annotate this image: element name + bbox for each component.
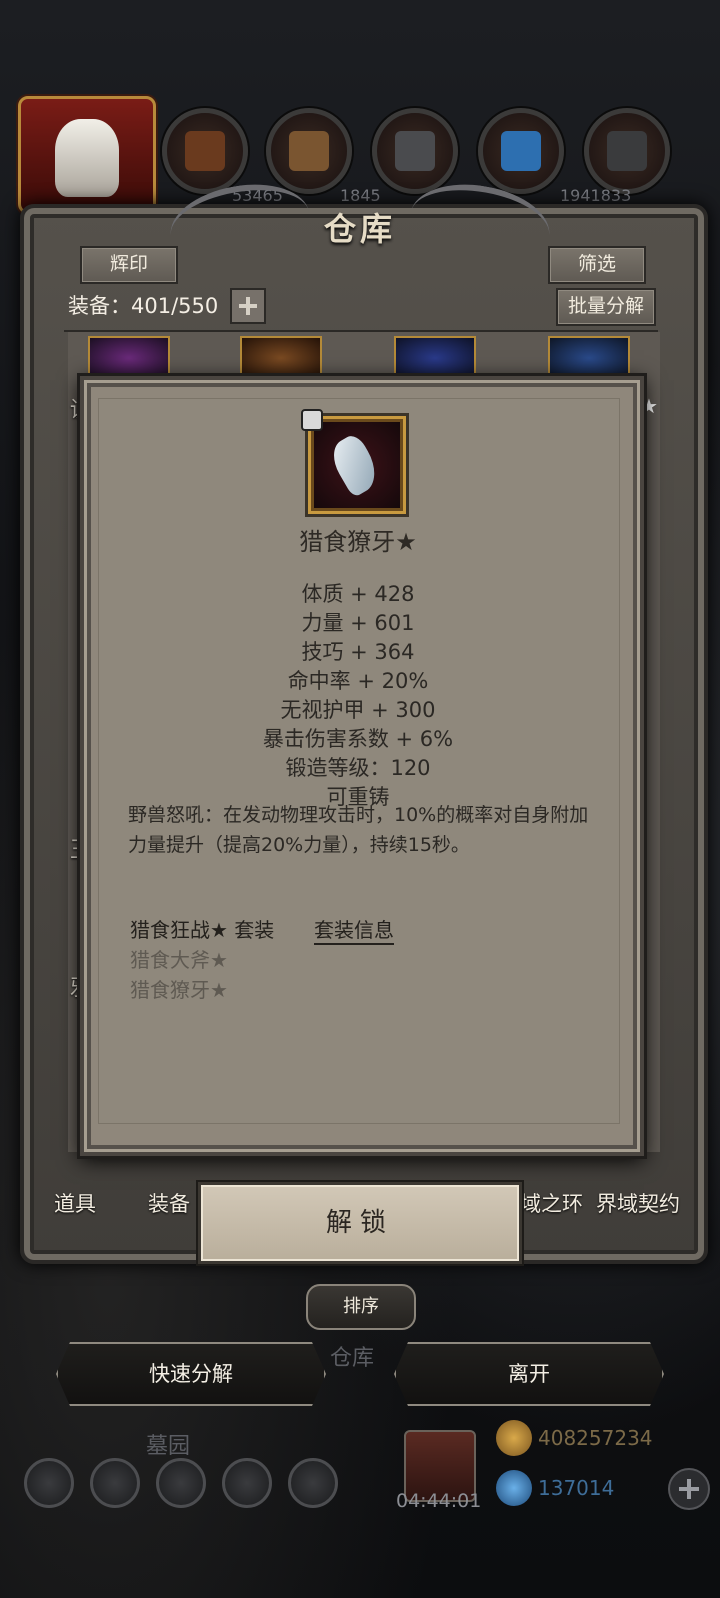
settings-icon[interactable] [24,1458,74,1508]
mail-icon[interactable] [222,1458,272,1508]
resource-stone-icon[interactable] [584,108,670,194]
item-stat: 体质 + 428 [301,582,415,606]
unlock-button[interactable]: 解锁 [198,1182,522,1264]
resource-count: 1941833 [560,186,632,205]
item-stat: 力量 + 601 [301,611,415,635]
gold-amount: 408257234 [538,1426,653,1450]
item-stat: 无视护甲 + 300 [280,698,436,722]
set-name: 猎食狂战★ 套装 [130,918,275,942]
item-description: 野兽怒吼：在发动物理攻击时，10%的概率对自身附加力量提升（提高20%力量），持… [128,804,589,856]
batch-dismantle-button[interactable]: 批量分解 [556,288,656,326]
emblem-button[interactable]: 辉印 [80,246,178,284]
background-label: 墓园 [146,1434,191,1459]
resource-iron-icon[interactable] [372,108,458,194]
top-resource-bar: 53465 1845 1941833 [0,96,720,216]
resource-crystal-icon[interactable] [478,108,564,194]
tab-equipment[interactable]: 装备 [148,1188,190,1218]
set-item: 猎食獠牙★ [130,978,228,1002]
hero-portrait[interactable] [18,96,156,214]
horse-emblem-icon [55,119,119,197]
expand-capacity-plus-icon[interactable] [230,288,266,324]
menu-icon[interactable] [90,1458,140,1508]
gift-timer: 04:44:01 [396,1490,482,1512]
item-stat: 暴击伤害系数 + 6% [262,727,454,751]
item-slot[interactable] [88,336,170,378]
item-name: 猎食獠牙★ [299,528,417,556]
sort-button[interactable]: 排序 [306,1284,416,1330]
lock-icon [301,409,323,431]
item-icon-frame [301,409,406,514]
equipment-count: 装备：401/550 [68,294,219,318]
resource-meat-icon[interactable] [162,108,248,194]
panel-title: 仓库 [323,210,396,248]
quick-dismantle-button[interactable]: 快速分解 [56,1342,326,1406]
item-slot[interactable] [240,336,322,378]
item-stat: 锻造等级：120 [285,756,431,780]
map-icon[interactable] [156,1458,206,1508]
set-info-link[interactable]: 套装信息 [314,914,394,945]
tab-props[interactable]: 道具 [54,1188,96,1218]
filter-button[interactable]: 筛选 [548,246,646,284]
item-detail-modal: 猎食獠牙★ 体质 + 428 力量 + 601 技巧 + 364 命中率 + 2… [80,376,644,1156]
tab-contract[interactable]: 界域契约 [596,1188,680,1218]
item-slot[interactable] [394,336,476,378]
divider [64,330,658,332]
bag-icon[interactable] [288,1458,338,1508]
resource-wood-icon[interactable] [266,108,352,194]
item-stat: 命中率 + 20% [287,669,429,693]
gem-icon [496,1470,532,1506]
gold-coin-icon [496,1420,532,1456]
add-currency-plus-icon[interactable] [668,1468,710,1510]
item-stat: 技巧 + 364 [301,640,415,664]
set-item: 猎食大斧★ [130,948,228,972]
tab-ring[interactable]: 域之环 [520,1188,583,1218]
background-label: 仓库 [330,1346,375,1371]
gem-amount: 137014 [538,1476,615,1500]
item-slot[interactable] [548,336,630,378]
leave-button[interactable]: 离开 [394,1342,664,1406]
resource-count: 1845 [340,186,381,205]
fang-weapon-icon [325,431,385,499]
